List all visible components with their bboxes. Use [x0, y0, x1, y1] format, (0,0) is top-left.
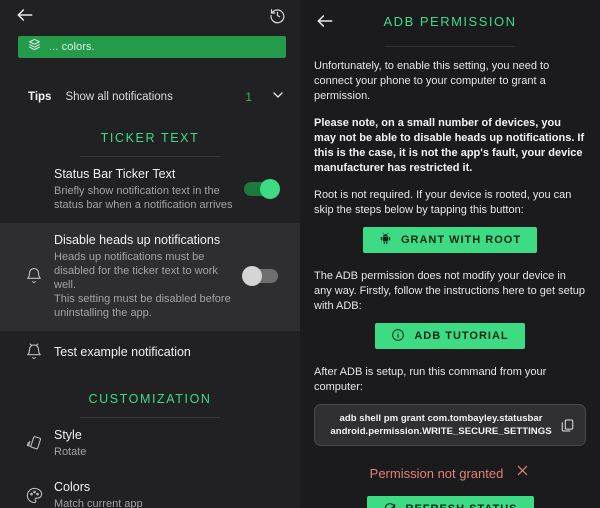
dual-screenshot-container: ... colors. Tips Show all notifications …	[0, 0, 600, 508]
settings-screen: ... colors. Tips Show all notifications …	[0, 0, 300, 508]
toggle-status-bar-ticker-text[interactable]	[244, 179, 280, 199]
pref-title: Status Bar Ticker Text	[54, 167, 176, 181]
paragraph-connect-computer: Unfortunately, to enable this setting, y…	[314, 60, 550, 102]
pref-subtitle: Match current app	[54, 498, 143, 508]
permission-status-row: Permission not granted	[314, 463, 586, 483]
right-top-bar: ADB PERMISSION	[300, 0, 600, 42]
info-circle-icon	[391, 328, 405, 345]
adb-tutorial-button[interactable]: ADB TUTORIAL	[375, 323, 525, 349]
status-badge: Permission not granted	[369, 465, 504, 481]
pref-body: Colors Match current app	[54, 479, 286, 508]
pref-row-disable-heads-up[interactable]: Disable heads up notifications Heads up …	[0, 223, 300, 331]
pref-body: Test example notification	[54, 344, 286, 360]
layers-icon	[28, 38, 41, 56]
colors-banner[interactable]: ... colors.	[18, 36, 286, 58]
pref-body: Style Rotate	[54, 427, 286, 459]
refresh-status-button[interactable]: REFRESH STATUS	[366, 496, 534, 508]
chevron-down-icon[interactable]	[270, 87, 286, 108]
pref-body: Status Bar Ticker Text Briefly show noti…	[54, 166, 244, 212]
adb-command-text: adb shell pm grant com.tombayley.statusb…	[330, 413, 552, 437]
banner-text: ... colors.	[49, 41, 95, 53]
paragraph-run-command: After ADB is setup, run this command fro…	[314, 366, 547, 393]
refresh-icon	[383, 501, 397, 508]
grant-with-root-label: GRANT WITH ROOT	[400, 234, 522, 246]
android-robot-icon	[379, 232, 392, 248]
tips-subtitle: Show all notifications	[65, 91, 173, 103]
tips-row[interactable]: Tips Show all notifications 1	[0, 80, 300, 114]
bell-icon	[14, 267, 54, 285]
pref-subtitle: Briefly show notification text in the st…	[54, 185, 233, 211]
pref-body: Disable heads up notifications Heads up …	[54, 232, 244, 320]
section-ticker-text: TICKER TEXT Status Bar Ticker Text Brief…	[0, 114, 300, 375]
tips-count: 1	[245, 90, 252, 104]
restore-history-icon[interactable]	[266, 4, 288, 26]
copy-icon[interactable]	[557, 418, 577, 433]
section-heading: CUSTOMIZATION	[88, 392, 212, 406]
grant-with-root-button[interactable]: GRANT WITH ROOT	[362, 227, 538, 253]
pref-row-colors[interactable]: Colors Match current app	[0, 470, 300, 508]
left-top-bar	[0, 0, 300, 30]
pref-title: Test example notification	[54, 345, 191, 359]
paragraph-device-note: Please note, on a small number of device…	[314, 117, 585, 174]
pref-row-status-bar-ticker-text[interactable]: Status Bar Ticker Text Briefly show noti…	[0, 157, 300, 223]
rotate-card-icon	[14, 434, 54, 453]
paragraph-root-note: Root is not required. If your device is …	[314, 189, 572, 216]
arrow-left-icon[interactable]	[14, 4, 36, 26]
pref-subtitle: Heads up notifications must be disabled …	[54, 251, 231, 319]
toggle-disable-heads-up[interactable]	[242, 266, 278, 286]
arrow-left-icon[interactable]	[314, 10, 336, 32]
paragraph-adb-no-modify: The ADB permission does not modify your …	[314, 270, 586, 312]
page-title: ADB PERMISSION	[383, 13, 517, 29]
refresh-status-label: REFRESH STATUS	[406, 503, 518, 508]
adb-tutorial-label: ADB TUTORIAL	[414, 330, 509, 342]
pref-subtitle: Rotate	[54, 446, 87, 458]
close-x-icon	[515, 463, 530, 483]
pref-row-style[interactable]: Style Rotate	[0, 418, 300, 470]
pref-row-test-example-notification[interactable]: Test example notification	[0, 331, 300, 375]
section-customization: CUSTOMIZATION Style Rotate Colors Match …	[0, 375, 300, 508]
section-heading: TICKER TEXT	[100, 131, 200, 145]
command-box[interactable]: adb shell pm grant com.tombayley.statusb…	[314, 404, 586, 446]
adb-permission-screen: ADB PERMISSION Unfortunately, to enable …	[300, 0, 600, 508]
tips-label: Tips	[28, 91, 52, 103]
adb-content: Unfortunately, to enable this setting, y…	[300, 47, 600, 508]
pref-title: Colors	[54, 480, 91, 494]
banner-wrapper: ... colors.	[0, 30, 300, 58]
palette-icon	[14, 486, 54, 505]
pref-title: Style	[54, 428, 82, 442]
bell-ring-icon	[14, 343, 54, 361]
pref-title: Disable heads up notifications	[54, 233, 221, 247]
